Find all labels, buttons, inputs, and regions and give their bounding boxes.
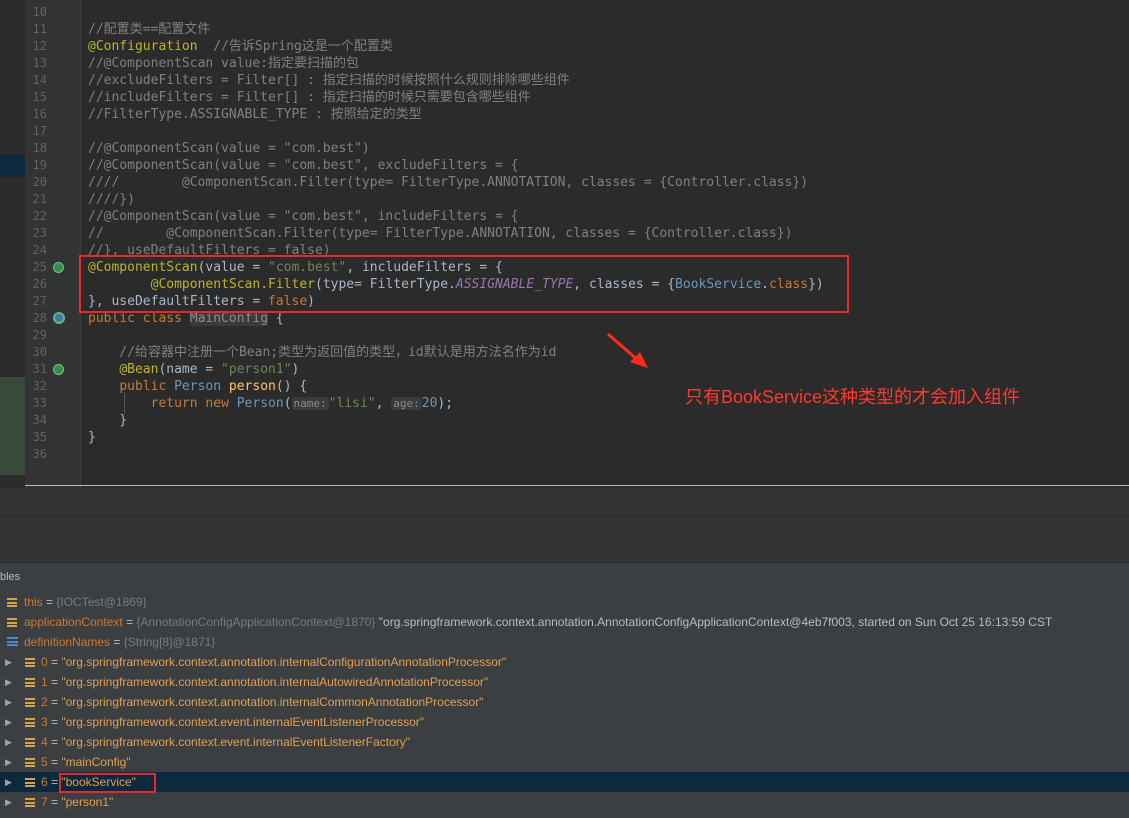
code-line-21: ////}) [88,192,135,207]
component-scan-highlight-box [79,255,849,313]
line-number: 12 [32,39,47,53]
expand-arrow-icon[interactable]: ▶ [5,692,12,712]
variables-panel-header: bles [0,562,1129,592]
field-icon [25,798,35,807]
expand-arrow-icon[interactable]: ▶ [5,672,12,692]
array-entry-row[interactable]: ▶ 1 = "org.springframework.context.annot… [0,672,1129,692]
field-icon [7,598,17,607]
line-number: 34 [32,413,47,427]
variables-panel-title: bles [0,571,21,583]
code-line-22: //@ComponentScan(value = "com.best", inc… [88,209,519,224]
code-line-16: //FilterType.ASSIGNABLE_TYPE : 按照给定的类型 [88,107,422,122]
line-number: 30 [32,345,47,359]
code-line-19: //@ComponentScan(value = "com.best", exc… [88,158,519,173]
indent-guide [124,392,125,414]
line-number: 17 [32,124,47,138]
param-hint-name: name: [291,397,329,410]
code-line-13: //@ComponentScan value:指定要扫描的包 [88,56,360,71]
array-entry-row[interactable]: ▶ 2 = "org.springframework.context.annot… [0,692,1129,712]
array-entry-row[interactable]: ▶ 7 = "person1" [0,792,1129,812]
line-number: 29 [32,328,47,342]
debug-toolbar-area [0,488,1129,562]
spring-bean-gutter-icon[interactable] [53,364,64,375]
line-number: 32 [32,379,47,393]
code-line-30: //给容器中注册一个Bean;类型为返回值的类型，id默认是用方法名作为id [88,345,557,360]
code-line-12: @Configuration //告诉Spring这是一个配置类 [88,39,393,54]
line-number: 11 [32,22,47,36]
line-number: 20 [32,175,47,189]
expand-arrow-icon[interactable]: ▶ [5,652,12,672]
variable-row[interactable]: definitionNames = {String[8]@1871} [0,632,1129,652]
array-entry-row[interactable]: ▶ 5 = "mainConfig" [0,752,1129,772]
array-entry-row[interactable]: ▶ 0 = "org.springframework.context.annot… [0,652,1129,672]
code-line-34: } [88,413,128,428]
line-number: 19 [32,158,47,172]
line-number: 18 [32,141,47,155]
line-number: 28 [32,311,47,325]
field-icon [25,758,35,767]
code-area[interactable]: //配置类==配置文件 @Configuration //告诉Spring这是一… [88,0,1128,488]
code-editor[interactable]: 10 11 12 13 14 15 16 17 18 19 20 21 22 2… [0,0,1129,488]
array-entry-row[interactable]: ▶ 4 = "org.springframework.context.event… [0,732,1129,752]
line-number: 25 [32,260,47,274]
spring-config-gutter-icon[interactable] [53,312,65,324]
line-number: 36 [32,447,47,461]
expand-arrow-icon[interactable]: ▶ [5,792,12,812]
gutter-divider [80,0,81,488]
line-number: 23 [32,226,47,240]
field-icon [25,738,35,747]
variable-row[interactable]: this = {IOCTest@1869} [0,592,1129,612]
annotation-text: 只有BookService这种类型的才会加入组件 [685,387,1021,407]
code-line-35: } [88,430,96,445]
field-icon [25,698,35,707]
field-icon [25,778,35,787]
code-line-15: //includeFilters = Filter[] : 指定扫描的时候只需要… [88,90,531,105]
line-number: 13 [32,56,47,70]
line-number: 24 [32,243,47,257]
line-number: 35 [32,430,47,444]
expand-arrow-icon[interactable]: ▶ [5,752,12,772]
spring-bean-gutter-icon[interactable] [53,262,64,273]
array-entry-row[interactable]: ▶ 3 = "org.springframework.context.event… [0,712,1129,732]
expand-arrow-icon[interactable]: ▶ [5,712,12,732]
code-line-20: //// @ComponentScan.Filter(type= FilterT… [88,175,809,190]
annotation-arrow-icon [607,332,648,368]
tool-window-strip [0,0,25,475]
code-line-31: @Bean(name = "person1") [119,362,300,377]
editor-bottom-border [25,485,1129,486]
expand-arrow-icon[interactable]: ▶ [5,772,12,792]
code-line-14: //excludeFilters = Filter[] : 指定扫描的时候按照什… [88,73,570,88]
array-entry-row-selected[interactable]: ▶ 6 = "bookService" [0,772,1129,792]
line-number: 16 [32,107,47,121]
line-number: 10 [32,5,47,19]
code-line-33: return new Person(name: "lisi", age: 20); [150,396,454,411]
line-number: 21 [32,192,47,206]
code-line-18: //@ComponentScan(value = "com.best") [88,141,370,156]
line-number-gutter[interactable]: 10 11 12 13 14 15 16 17 18 19 20 21 22 2… [25,0,80,488]
panel-divider [0,515,1129,516]
field-icon [25,658,35,667]
line-number: 14 [32,73,47,87]
code-line-23: // @ComponentScan.Filter(type= FilterTyp… [88,226,793,241]
field-icon [25,678,35,687]
array-icon [7,637,18,648]
expand-arrow-icon[interactable]: ▶ [5,732,12,752]
line-number: 15 [32,90,47,104]
line-number: 22 [32,209,47,223]
variable-row[interactable]: applicationContext = {AnnotationConfigAp… [0,612,1129,632]
line-number: 31 [32,362,47,376]
code-line-11: //配置类==配置文件 [88,22,211,37]
line-number: 33 [32,396,47,410]
field-icon [25,718,35,727]
line-number: 26 [32,277,47,291]
line-number: 27 [32,294,47,308]
variables-tree[interactable]: this = {IOCTest@1869} applicationContext… [0,592,1129,818]
bookservice-highlight-box [59,773,156,793]
field-icon [7,618,17,627]
param-hint-age: age: [391,397,422,410]
code-line-32: public Person person() { [119,379,308,394]
